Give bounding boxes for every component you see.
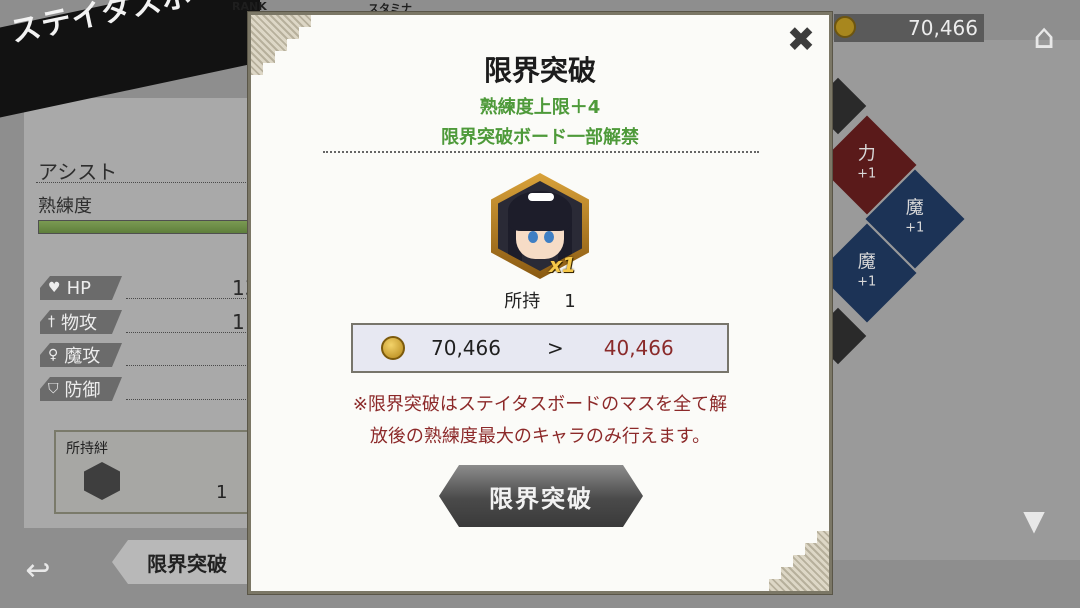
dialog-title: 限界突破 bbox=[483, 54, 596, 87]
staff-icon: ♀ bbox=[48, 347, 59, 363]
corner-ornament bbox=[769, 531, 829, 591]
stat-hp-label: HP bbox=[66, 277, 91, 299]
limit-break-dialog: ✖ 限界突破 熟練度上限＋4 限界突破ボード一部解禁 x1 所持 1 70,466… bbox=[248, 12, 832, 594]
portrait-ribbon bbox=[528, 193, 554, 201]
divider bbox=[36, 182, 250, 183]
owned-bond-label: 所持絆 bbox=[66, 441, 108, 457]
stat-hp-chip: ♥ HP bbox=[40, 276, 122, 300]
proficiency-bar bbox=[38, 220, 248, 234]
divider bbox=[126, 332, 250, 333]
coins-after: 40,466 bbox=[603, 336, 674, 360]
divider bbox=[126, 399, 250, 400]
home-button[interactable]: ⌂ bbox=[1016, 12, 1072, 62]
stat-def-chip: ⛉ 防御 bbox=[40, 377, 122, 401]
note-line-1: ※限界突破はステイタスボードのマスを全て解 bbox=[352, 394, 728, 415]
owned-label: 所持 bbox=[504, 291, 541, 312]
stat-atk-label: 物攻 bbox=[61, 313, 97, 334]
node-bonus: +1 bbox=[857, 166, 877, 182]
owned-bond-count: 1 bbox=[216, 482, 228, 503]
back-button[interactable]: ↩ bbox=[14, 548, 62, 592]
divider bbox=[126, 365, 250, 366]
node-bonus: +1 bbox=[905, 220, 925, 236]
coins-before: 70,466 bbox=[431, 336, 501, 360]
node-label: 力 bbox=[857, 143, 876, 165]
owned-bond-box: 所持絆 1 bbox=[54, 430, 250, 514]
portrait-eye bbox=[544, 231, 554, 243]
stat-atk-value: 1 bbox=[232, 310, 245, 334]
node-label: 魔 bbox=[905, 197, 924, 219]
back-arrow-icon: ↩ bbox=[25, 552, 51, 588]
coin-total: 70,466 bbox=[908, 16, 978, 40]
limit-break-tab[interactable]: 限界突破 bbox=[112, 540, 262, 584]
sword-icon: † bbox=[48, 314, 55, 330]
proficiency-label: 熟練度 bbox=[38, 196, 92, 217]
stat-atk-chip: † 物攻 bbox=[40, 310, 122, 334]
shield-icon: ⛉ bbox=[48, 381, 59, 397]
divider bbox=[126, 298, 250, 299]
item-count-badge: x1 bbox=[549, 253, 576, 277]
coin-icon bbox=[834, 16, 856, 38]
effect-proficiency-cap: 熟練度上限＋4 bbox=[479, 97, 601, 118]
coin-icon bbox=[381, 336, 405, 360]
node-label: 魔 bbox=[857, 251, 876, 273]
coin-counter: 70,466 bbox=[834, 14, 984, 42]
scroll-down-button[interactable]: ▼ bbox=[1000, 500, 1068, 540]
character-avatar bbox=[84, 462, 120, 500]
chevron-down-icon: ▼ bbox=[1023, 503, 1045, 537]
portrait-eye bbox=[528, 231, 538, 243]
character-item-icon: x1 bbox=[491, 173, 589, 279]
limit-break-button[interactable]: 限界突破 bbox=[439, 465, 643, 527]
stat-matk-label: 魔攻 bbox=[64, 346, 101, 367]
note-line-2: 放後の熟練度最大のキャラのみ行えます。 bbox=[369, 426, 711, 447]
stat-def-label: 防御 bbox=[64, 380, 101, 401]
owned-value: 1 bbox=[564, 291, 576, 312]
assist-label: アシスト bbox=[38, 160, 118, 184]
heart-icon: ♥ bbox=[48, 280, 61, 296]
home-icon: ⌂ bbox=[1033, 17, 1055, 57]
owned-row: 所持 1 bbox=[251, 287, 829, 313]
stat-matk-chip: ♀ 魔攻 bbox=[40, 343, 122, 367]
node-bonus: +1 bbox=[857, 274, 877, 290]
cost-arrow: > bbox=[546, 336, 564, 360]
effect-board-unlock: 限界突破ボード一部解禁 bbox=[441, 127, 639, 148]
cost-box: 70,466 > 40,466 bbox=[351, 323, 729, 373]
divider bbox=[323, 151, 759, 153]
